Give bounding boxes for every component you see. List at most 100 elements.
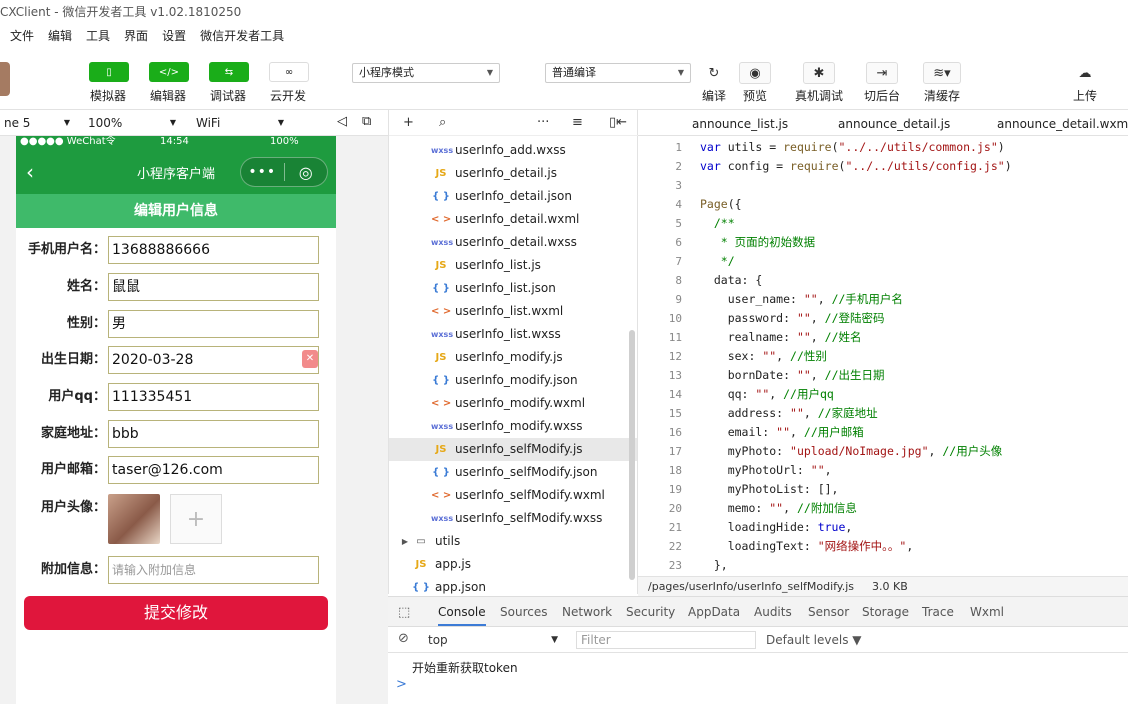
file-item[interactable]: JS userInfo_detail.js [389,162,637,185]
add-file-icon[interactable]: + [403,115,414,130]
code-line[interactable]: user_name: "", //手机用户名 [700,290,1128,309]
menu-edit[interactable]: 编辑 [48,27,72,44]
username-input[interactable]: 13688886666 [108,236,319,264]
code-line[interactable]: }, [700,556,1128,575]
background-switch-button[interactable]: ⇥ [866,62,898,84]
code-line[interactable] [700,176,1128,195]
tab-announce-list-js[interactable]: announce_list.js [692,117,788,131]
upload-button[interactable]: ☁ [1069,62,1101,84]
sex-input[interactable]: 男 [108,310,319,338]
tab-audits[interactable]: Audits [754,605,792,619]
file-item[interactable]: JS userInfo_modify.js [389,346,637,369]
user-avatar[interactable] [0,62,10,96]
device-select[interactable]: ne 5 ▼ [0,114,74,132]
code-line[interactable]: address: "", //家庭地址 [700,404,1128,423]
qq-input[interactable]: 111335451 [108,383,319,411]
clear-cache-button[interactable]: ≋▾ [923,62,961,84]
menu-tools[interactable]: 工具 [86,27,110,44]
tab-trace[interactable]: Trace [922,605,954,619]
tab-announce-detail-js[interactable]: announce_detail.js [838,117,950,131]
file-item[interactable]: < > userInfo_detail.wxml [389,208,637,231]
file-item[interactable]: wxss userInfo_modify.wxss [389,415,637,438]
code-line[interactable]: sex: "", //性别 [700,347,1128,366]
address-input[interactable]: bbb [108,420,319,448]
file-item[interactable]: { } userInfo_list.json [389,277,637,300]
search-icon[interactable]: ⌕ [439,115,446,130]
menu-file[interactable]: 文件 [10,27,34,44]
more-icon[interactable]: ··· [537,115,549,130]
close-ring-icon[interactable]: ◎ [284,163,327,182]
file-item[interactable]: JS app.js [389,553,637,576]
code-line[interactable]: */ [700,252,1128,271]
code-line[interactable]: myPhoto: "upload/NoImage.jpg", //用户头像 [700,442,1128,461]
volume-icon[interactable]: ◁ [337,114,347,129]
tab-appdata[interactable]: AppData [688,605,740,619]
simulator-toggle-button[interactable]: ▯ [89,62,129,82]
clear-date-icon[interactable]: ✕ [302,350,318,368]
file-item[interactable]: wxss userInfo_add.wxss [389,139,637,162]
memo-input[interactable]: 请输入附加信息 [108,556,319,584]
submit-button[interactable]: 提交修改 [24,596,328,630]
tab-sources[interactable]: Sources [500,605,547,619]
file-item[interactable]: JS userInfo_selfModify.js [389,438,637,461]
code-line[interactable]: * 页面的初始数据 [700,233,1128,252]
context-select[interactable]: top ▼ [428,631,558,649]
tab-announce-detail-wxml[interactable]: announce_detail.wxml [997,117,1128,131]
code-line[interactable]: bornDate: "", //出生日期 [700,366,1128,385]
code-line[interactable]: /** [700,214,1128,233]
file-item[interactable]: { } userInfo_modify.json [389,369,637,392]
code-line[interactable]: realname: "", //姓名 [700,328,1128,347]
code-line[interactable]: loadingHide: true, [700,518,1128,537]
code-line[interactable]: data: { [700,271,1128,290]
file-item[interactable]: { } userInfo_selfModify.json [389,461,637,484]
inspect-element-icon[interactable]: ⬚ [398,605,410,620]
tab-console[interactable]: Console [438,605,486,626]
menu-settings[interactable]: 设置 [162,27,186,44]
file-item[interactable]: < > userInfo_modify.wxml [389,392,637,415]
editor-toggle-button[interactable]: </> [149,62,189,82]
collapse-panel-icon[interactable]: ▯⇤ [609,115,627,130]
code-line[interactable]: var utils = require("../../utils/common.… [700,138,1128,157]
tab-wxml[interactable]: Wxml [970,605,1004,619]
user-photo-thumbnail[interactable] [108,494,160,544]
compile-button[interactable]: ↻ [698,62,730,84]
borndate-picker[interactable]: 2020-03-28 [108,346,319,374]
network-select[interactable]: WiFi ▼ [192,114,288,132]
file-item[interactable]: JS userInfo_list.js [389,254,637,277]
code-line[interactable]: memo: "", //附加信息 [700,499,1128,518]
code-line[interactable]: qq: "", //用户qq [700,385,1128,404]
file-item[interactable]: { } userInfo_detail.json [389,185,637,208]
cloud-dev-button[interactable]: ∞ [269,62,309,82]
compile-mode-select[interactable]: 普通编译 ▼ [545,63,691,83]
file-item[interactable]: wxss userInfo_list.wxss [389,323,637,346]
tab-security[interactable]: Security [626,605,675,619]
tab-storage[interactable]: Storage [862,605,909,619]
filter-input[interactable]: Filter [576,631,756,649]
file-item[interactable]: wxss userInfo_detail.wxss [389,231,637,254]
menu-view[interactable]: 界面 [124,27,148,44]
window-icon[interactable]: ⧉ [362,114,371,129]
zoom-select[interactable]: 100% ▼ [84,114,180,132]
code-line[interactable]: var config = require("../../utils/config… [700,157,1128,176]
code-line[interactable]: loadingText: "网络操作中。。", [700,537,1128,556]
file-item[interactable]: wxss userInfo_selfModify.wxss [389,507,637,530]
file-item[interactable]: < > userInfo_list.wxml [389,300,637,323]
code-line[interactable]: myPhotoList: [], [700,480,1128,499]
folder-item-utils[interactable]: ▶ ▭ utils [389,530,637,553]
more-dots-icon[interactable]: ••• [241,164,284,180]
sort-icon[interactable]: ≡ [572,115,583,130]
menu-wechat-devtools[interactable]: 微信开发者工具 [200,27,284,44]
email-input[interactable]: taser@126.com [108,456,319,484]
log-levels-select[interactable]: Default levels ▼ [766,631,862,649]
mode-select[interactable]: 小程序模式 ▼ [352,63,500,83]
file-tree-scrollbar[interactable] [629,330,635,580]
code-content[interactable]: var utils = require("../../utils/common.… [700,138,1128,575]
code-line[interactable]: myPhotoUrl: "", [700,461,1128,480]
tab-network[interactable]: Network [562,605,612,619]
code-line[interactable]: password: "", //登陆密码 [700,309,1128,328]
code-line[interactable]: Page({ [700,195,1128,214]
real-device-debug-button[interactable]: ✱ [803,62,835,84]
preview-button[interactable]: ◉ [739,62,771,84]
code-line[interactable]: email: "", //用户邮箱 [700,423,1128,442]
realname-input[interactable]: 鼠鼠 [108,273,319,301]
